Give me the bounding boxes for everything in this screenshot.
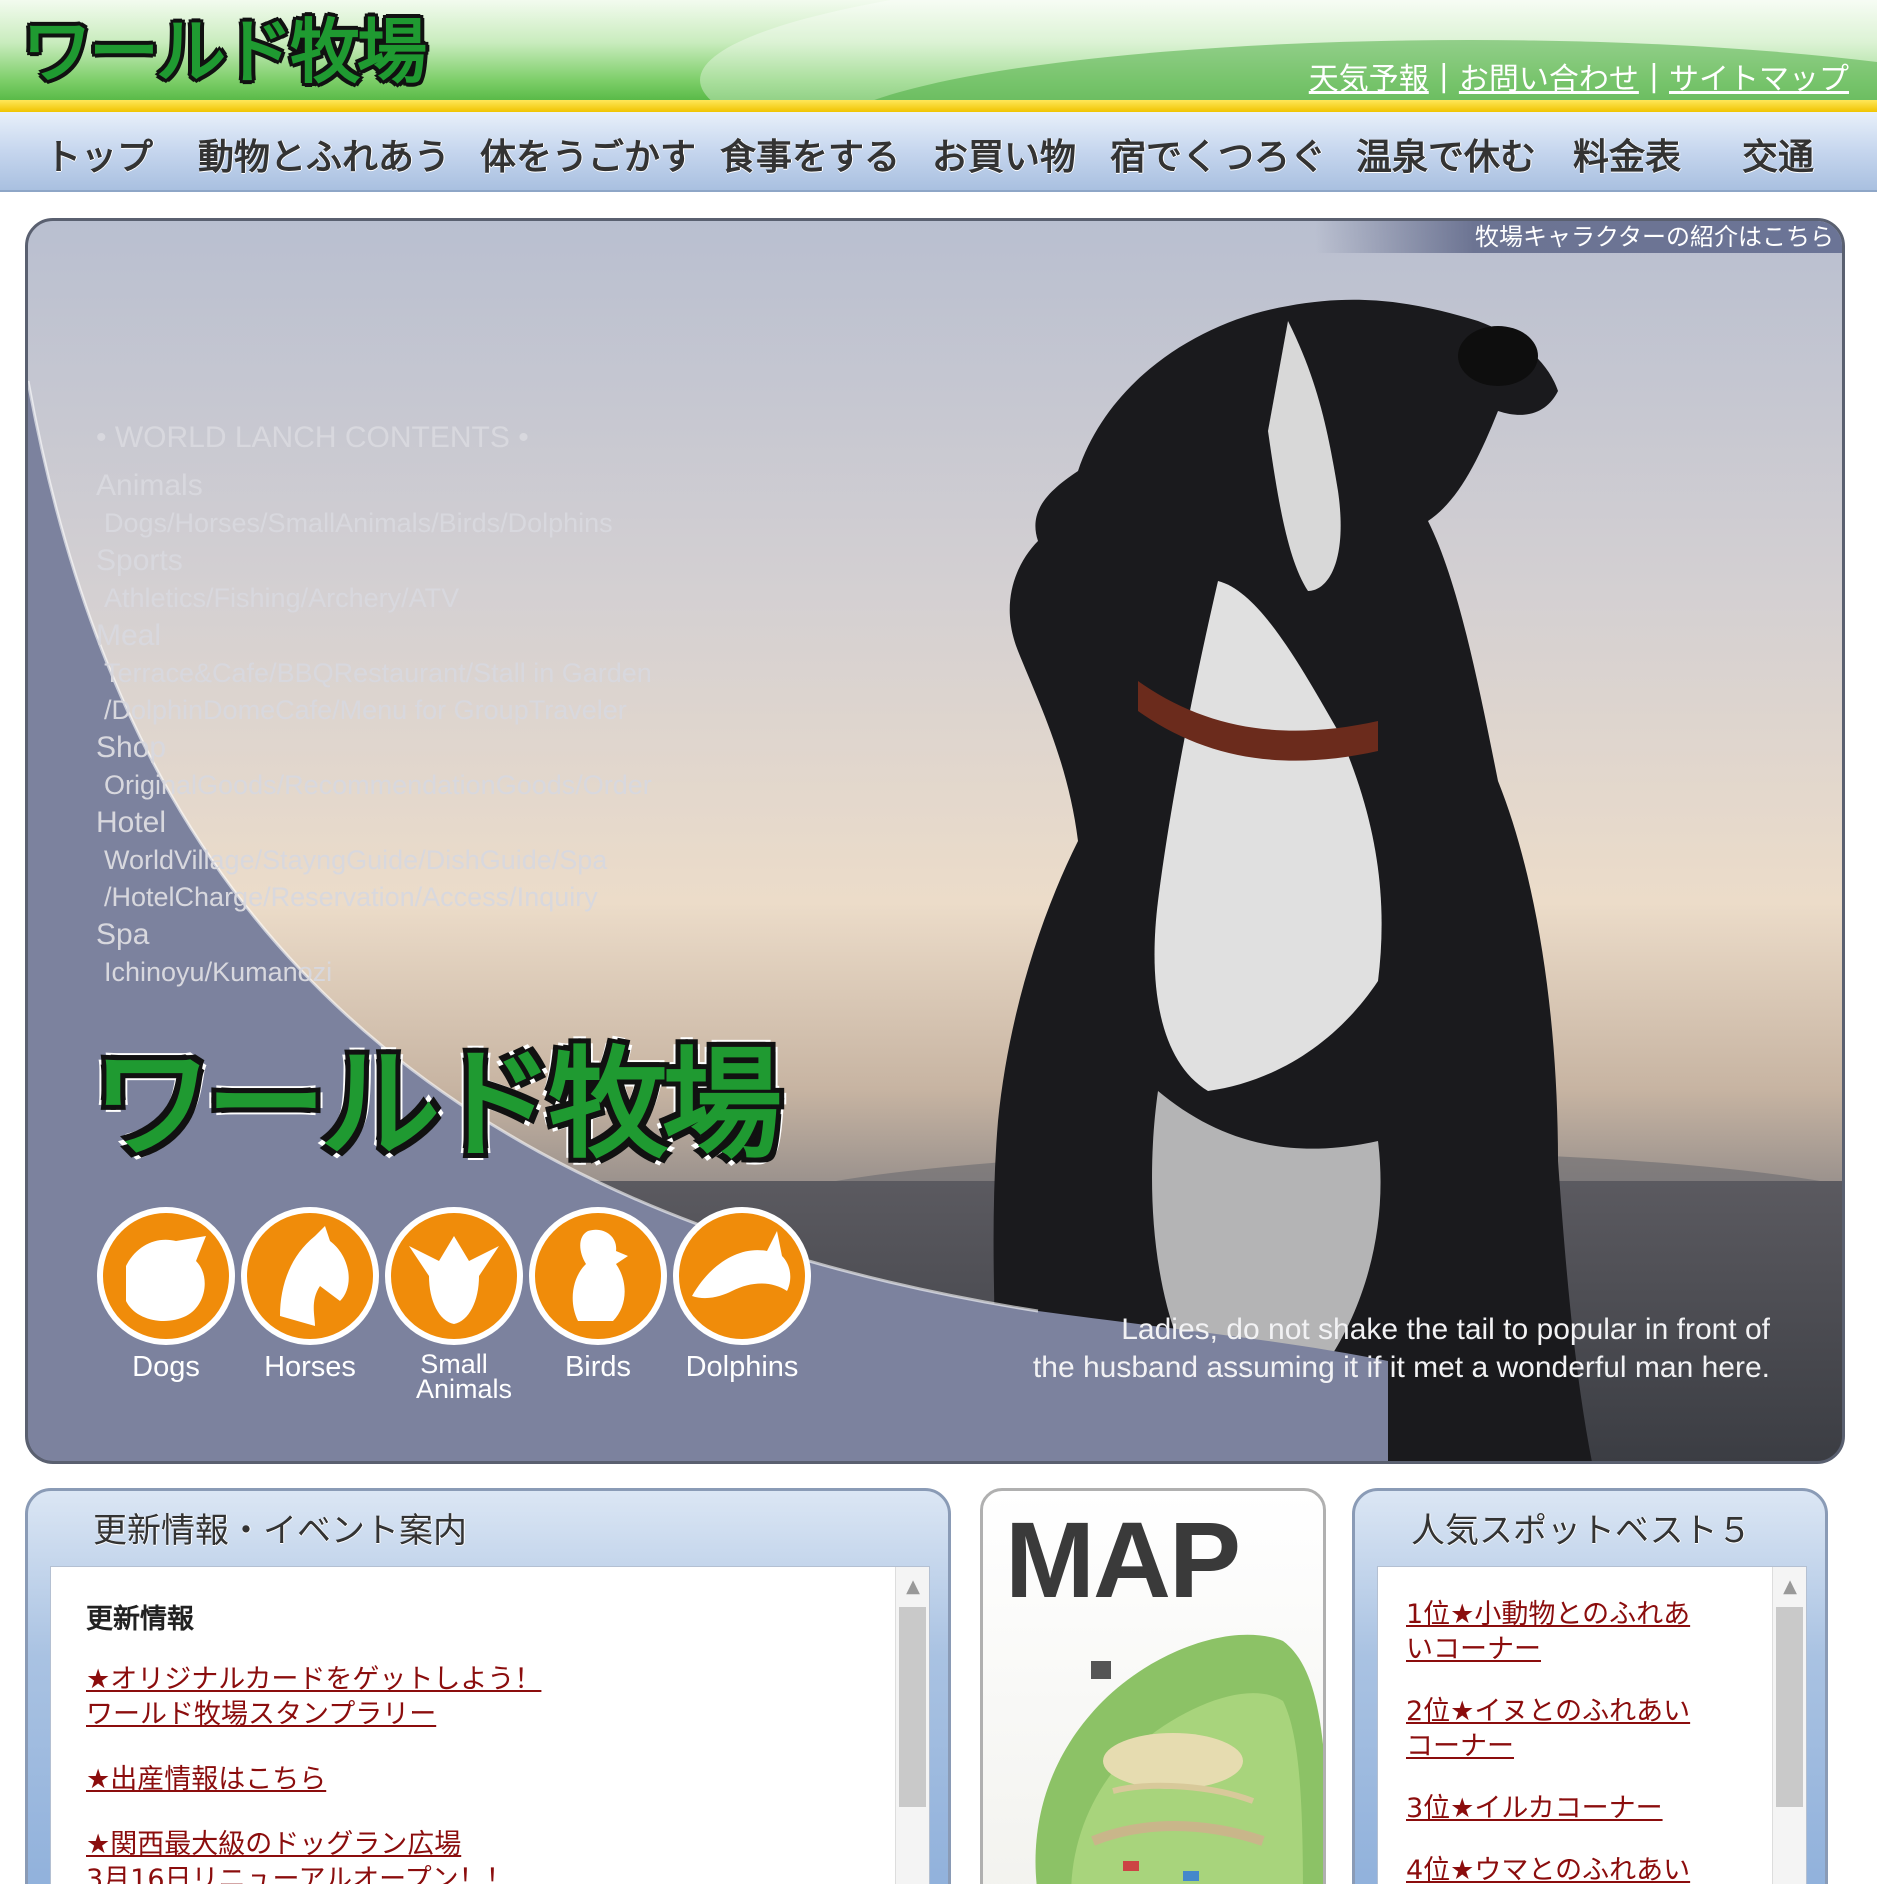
bird-icon xyxy=(529,1207,667,1345)
dolphin-icon xyxy=(673,1207,811,1345)
news-item[interactable]: ★オリジナルカードをゲットしよう！ ワールド牧場スタンプラリー xyxy=(86,1662,886,1732)
map-panel[interactable]: MAP xyxy=(980,1488,1326,1884)
news-panel-title: 更新情報・イベント案内 xyxy=(93,1511,467,1551)
category-spa-items[interactable]: Ichinoyu/Kumanozi xyxy=(96,954,652,991)
animal-dolphins[interactable]: Dolphins xyxy=(672,1206,812,1382)
dog-icon xyxy=(97,1207,235,1345)
horse-icon xyxy=(241,1207,379,1345)
nav-item-top[interactable]: トップ xyxy=(45,128,153,180)
popular-spots-title: 人気スポットベスト５ xyxy=(1411,1511,1752,1551)
contents-menu: • WORLD LANCH CONTENTS • Animals Dogs/Ho… xyxy=(96,421,652,991)
category-spa[interactable]: Spa xyxy=(96,916,652,954)
news-heading: 更新情報 xyxy=(86,1604,194,1635)
hero-banner: 牧場キャラクターの紹介はこちら • WORLD LANCH CONTENTS •… xyxy=(25,218,1845,1464)
news-content: 更新情報 ★オリジナルカードをゲットしよう！ ワールド牧場スタンプラリー ★出産… xyxy=(86,1597,886,1884)
sitemap-link[interactable]: サイトマップ xyxy=(1669,54,1849,98)
site-header: ワールド牧場 天気予報 | お問い合わせ | サイトマップ xyxy=(0,0,1877,106)
scroll-up-icon[interactable]: ▲ xyxy=(1773,1575,1807,1599)
hero-caption: Ladies, do not shake the tail to popular… xyxy=(1033,1311,1770,1387)
news-scroll-box[interactable]: 更新情報 ★オリジナルカードをゲットしよう！ ワールド牧場スタンプラリー ★出産… xyxy=(50,1566,930,1884)
main-nav: トップ 動物とふれあう 体をうごかす 食事をする お買い物 宿でくつろぐ 温泉で… xyxy=(0,112,1877,192)
category-hotel[interactable]: Hotel xyxy=(96,804,652,842)
scroll-thumb[interactable] xyxy=(899,1607,926,1807)
animal-label: Birds xyxy=(564,1351,632,1383)
animal-dogs[interactable]: Dogs xyxy=(96,1206,236,1382)
hero-logo: ワールド牧場 xyxy=(92,1036,782,1175)
news-item-line: 3月16日リニューアルオープン！！ xyxy=(86,1864,513,1884)
spot-item-line: 3位★イルカコーナー xyxy=(1406,1793,1663,1824)
category-animals-items[interactable]: Dogs/Horses/SmallAnimals/Birds/Dolphins xyxy=(96,505,652,542)
category-hotel-items-2[interactable]: /HotelCharge/Reservation/Access/Inquiry xyxy=(96,879,652,916)
spot-item[interactable]: 1位★小動物とのふれあ いコーナー xyxy=(1406,1597,1746,1667)
spot-item-line: 2位★イヌとのふれあい xyxy=(1406,1696,1691,1727)
nav-item-price[interactable]: 料金表 xyxy=(1573,128,1681,180)
news-item-line: ★関西最大級のドッグラン広場 xyxy=(86,1829,462,1860)
news-scrollbar[interactable]: ▲ xyxy=(895,1567,929,1884)
spot-item[interactable]: 3位★イルカコーナー xyxy=(1406,1791,1746,1826)
spot-item-line: いコーナー xyxy=(1406,1634,1541,1665)
spot-item[interactable]: 2位★イヌとのふれあい コーナー xyxy=(1406,1694,1746,1764)
spots-scrollbar[interactable]: ▲ xyxy=(1772,1567,1806,1884)
nav-item-animals[interactable]: 動物とふれあう xyxy=(198,128,450,180)
news-item-line: ワールド牧場スタンプラリー xyxy=(86,1699,437,1730)
goat-icon xyxy=(385,1207,523,1345)
nav-item-access[interactable]: 交通 xyxy=(1742,128,1814,180)
spot-item-line: 4位★ウマとのふれあい xyxy=(1406,1855,1691,1884)
news-item[interactable]: ★関西最大級のドッグラン広場 3月16日リニューアルオープン！！ xyxy=(86,1827,886,1884)
scroll-up-icon[interactable]: ▲ xyxy=(896,1575,930,1599)
contents-heading: • WORLD LANCH CONTENTS • xyxy=(96,421,529,454)
news-item[interactable]: ★出産情報はこちら xyxy=(86,1762,886,1797)
news-item-line: ★オリジナルカードをゲットしよう！ xyxy=(86,1664,542,1695)
scroll-thumb[interactable] xyxy=(1776,1607,1803,1807)
animal-label: Small xyxy=(420,1349,488,1379)
category-meal-items-2[interactable]: /DolphinDomeCafe/Menu for GroupTraveler xyxy=(96,692,652,729)
spot-item-line: 1位★小動物とのふれあ xyxy=(1406,1599,1691,1630)
category-hotel-items[interactable]: WorldVillage/StayngGuide/DishGuide/Spa xyxy=(96,842,652,879)
animal-birds[interactable]: Birds xyxy=(528,1206,668,1382)
category-meal-items[interactable]: Terrace&Cafe/BBQRestaurant/Stall in Gard… xyxy=(96,655,652,692)
spot-item[interactable]: 4位★ウマとのふれあい xyxy=(1406,1853,1746,1884)
category-meal[interactable]: Meal xyxy=(96,617,652,655)
spots-scroll-box[interactable]: 1位★小動物とのふれあ いコーナー 2位★イヌとのふれあい コーナー 3位★イル… xyxy=(1377,1566,1807,1884)
contact-link[interactable]: お問い合わせ xyxy=(1459,54,1639,98)
news-item-line: ★出産情報はこちら xyxy=(86,1764,327,1795)
animal-label: Dolphins xyxy=(685,1351,799,1383)
category-shop-items[interactable]: OriginalGoods/RecommendationGoods/Order xyxy=(96,767,652,804)
animal-small-animals[interactable]: Small Animals xyxy=(384,1206,524,1404)
site-logo[interactable]: ワールド牧場 xyxy=(22,8,474,96)
character-intro-link[interactable]: 牧場キャラクターの紹介はこちら xyxy=(1314,221,1842,253)
category-animals[interactable]: Animals xyxy=(96,467,652,505)
separator: | xyxy=(1648,58,1659,94)
nav-item-meal[interactable]: 食事をする xyxy=(720,128,900,180)
animal-label: Horses xyxy=(264,1351,356,1383)
animal-label-2: Animals xyxy=(415,1374,513,1404)
nav-item-hotel[interactable]: 宿でくつろぐ xyxy=(1110,128,1326,180)
animal-label: Dogs xyxy=(132,1351,200,1383)
caption-line-2: the husband assuming it if it met a wond… xyxy=(1032,1351,1770,1384)
nav-item-spa[interactable]: 温泉で休む xyxy=(1356,128,1536,180)
separator: | xyxy=(1438,58,1449,94)
caption-line-1: Ladies, do not shake the tail to popular… xyxy=(1121,1313,1770,1346)
nav-item-shop[interactable]: お買い物 xyxy=(932,128,1076,180)
spots-content: 1位★小動物とのふれあ いコーナー 2位★イヌとのふれあい コーナー 3位★イル… xyxy=(1406,1597,1746,1884)
utility-links: 天気予報 | お問い合わせ | サイトマップ xyxy=(1309,54,1849,98)
animal-horses[interactable]: Horses xyxy=(240,1206,380,1382)
category-sports-items[interactable]: Athletics/Fishing/Archery/ATV xyxy=(96,580,652,617)
spot-item-line: コーナー xyxy=(1406,1731,1514,1762)
header-accent-bar xyxy=(0,100,1877,112)
map-illustration xyxy=(1035,1634,1323,1884)
news-panel: 更新情報・イベント案内 更新情報 ★オリジナルカードをゲットしよう！ ワールド牧… xyxy=(25,1488,951,1884)
popular-spots-panel: 人気スポットベスト５ 1位★小動物とのふれあ いコーナー 2位★イヌとのふれあい… xyxy=(1352,1488,1828,1884)
weather-link[interactable]: 天気予報 xyxy=(1309,54,1429,98)
nav-item-sports[interactable]: 体をうごかす xyxy=(480,128,696,180)
category-sports[interactable]: Sports xyxy=(96,542,652,580)
category-shop[interactable]: Shop xyxy=(96,729,652,767)
